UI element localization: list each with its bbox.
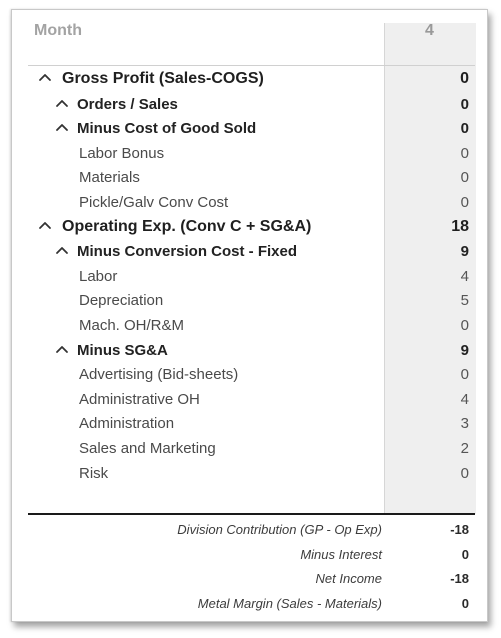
expandable-row[interactable]: Operating Exp. (Conv C + SG&A) 18 — [12, 215, 487, 240]
month-header-value: 4 — [425, 22, 434, 39]
month-header-label: Month — [34, 22, 82, 39]
row-label: Administrative OH — [79, 390, 200, 408]
chevron-up-icon[interactable] — [38, 72, 52, 86]
row-label: Risk — [79, 464, 109, 482]
expandable-row[interactable]: Minus SG&A 9 — [12, 338, 487, 363]
table-row: Administration 3 — [12, 411, 487, 436]
row-value: 4 — [460, 267, 469, 285]
totals-divider — [28, 513, 475, 515]
expandable-row[interactable]: Minus Conversion Cost - Fixed 9 — [12, 239, 487, 264]
expandable-row[interactable]: Minus Cost of Good Sold 0 — [12, 116, 487, 141]
row-value: 0 — [460, 169, 469, 187]
row-label: Pickle/Galv Conv Cost — [79, 193, 229, 211]
expandable-row[interactable]: Orders / Sales 0 — [12, 92, 487, 117]
row-label: Labor Bonus — [79, 144, 165, 162]
row-value: 4 — [460, 390, 469, 408]
chevron-up-icon[interactable] — [55, 344, 69, 358]
row-label: Operating Exp. (Conv C + SG&A) — [62, 217, 312, 235]
table-header: Month 4 — [12, 10, 487, 66]
row-label: Labor — [79, 267, 118, 285]
row-label: Minus SG&A — [77, 341, 168, 359]
table-row: Risk 0 — [12, 461, 487, 486]
row-value: 18 — [451, 217, 469, 235]
row-value: 0 — [460, 464, 469, 482]
chevron-up-icon[interactable] — [38, 220, 52, 234]
row-value: 9 — [460, 341, 469, 359]
row-label: Advertising (Bid-sheets) — [79, 366, 239, 384]
total-label: Minus Interest — [300, 546, 382, 562]
total-value: -18 — [450, 571, 469, 586]
row-value: 0 — [460, 120, 469, 138]
chevron-up-icon[interactable] — [55, 245, 69, 259]
row-value: 2 — [460, 439, 469, 457]
table-row: Pickle/Galv Conv Cost 0 — [12, 190, 487, 215]
row-value: 5 — [460, 292, 469, 310]
total-label: Net Income — [315, 571, 382, 586]
total-value: -18 — [450, 522, 469, 537]
total-row: Minus Interest 0 — [12, 542, 487, 567]
row-value: 9 — [460, 243, 469, 261]
row-value: 0 — [460, 193, 469, 211]
total-row: Metal Margin (Sales - Materials) 0 — [12, 591, 487, 616]
row-value: 0 — [460, 144, 469, 162]
table-row: Sales and Marketing 2 — [12, 436, 487, 461]
total-value: 0 — [461, 595, 469, 611]
table-row: Administrative OH 4 — [12, 387, 487, 412]
pnl-table-card: Month 4 Gross Profit (Sales-COGS) 0 Orders… — [11, 9, 488, 622]
row-value: 0 — [460, 70, 469, 87]
row-label: Depreciation — [79, 292, 164, 310]
chevron-up-icon[interactable] — [55, 122, 69, 136]
row-label: Materials — [79, 169, 140, 187]
table-row: Labor Bonus 0 — [12, 141, 487, 166]
table-row: Labor 4 — [12, 264, 487, 289]
row-value: 0 — [460, 316, 469, 334]
row-label: Administration — [79, 415, 175, 433]
table-row: Materials 0 — [12, 165, 487, 190]
header-divider — [28, 65, 475, 66]
expandable-row[interactable]: Gross Profit (Sales-COGS) 0 — [12, 67, 487, 92]
chevron-up-icon[interactable] — [55, 98, 69, 112]
row-label: Minus Cost of Good Sold — [77, 120, 257, 138]
totals-section: Division Contribution (GP - Op Exp) -18 Mi… — [12, 517, 487, 615]
row-label: Gross Profit (Sales-COGS) — [62, 70, 264, 87]
row-label: Orders / Sales — [77, 95, 178, 113]
table-row: Mach. OH/R&M 0 — [12, 313, 487, 338]
total-row: Net Income -18 — [12, 566, 487, 591]
row-value: 0 — [460, 95, 469, 113]
total-label: Division Contribution (GP - Op Exp) — [177, 522, 382, 537]
table-row: Depreciation 5 — [12, 288, 487, 313]
row-label: Minus Conversion Cost - Fixed — [77, 243, 298, 261]
total-value: 0 — [461, 546, 469, 562]
table-row: Advertising (Bid-sheets) 0 — [12, 362, 487, 387]
pnl-rows: Gross Profit (Sales-COGS) 0 Orders / Sales… — [12, 67, 487, 485]
total-row: Division Contribution (GP - Op Exp) -18 — [12, 517, 487, 542]
total-label: Metal Margin (Sales - Materials) — [197, 595, 382, 611]
row-value: 3 — [460, 415, 469, 433]
row-label: Mach. OH/R&M — [79, 316, 185, 334]
row-label: Sales and Marketing — [79, 439, 216, 457]
row-value: 0 — [460, 366, 469, 384]
